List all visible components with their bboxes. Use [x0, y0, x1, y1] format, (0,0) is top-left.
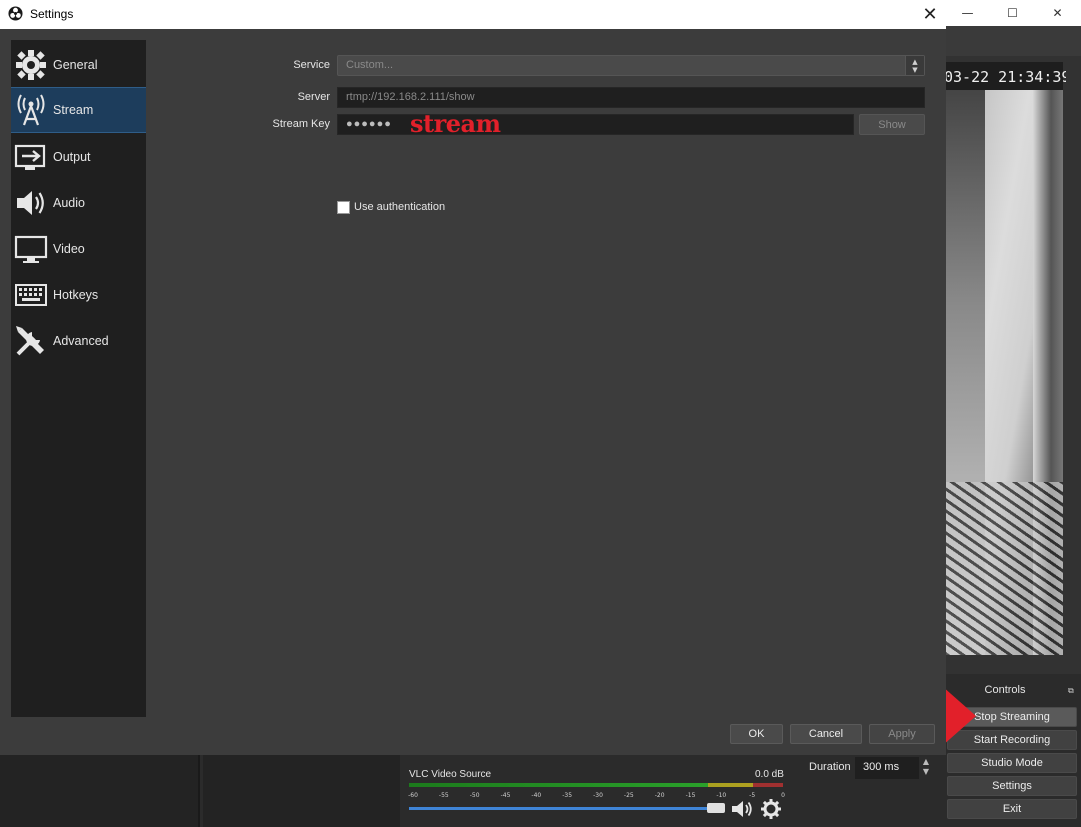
gear-icon: [13, 47, 49, 83]
mixer-tick-label: -35: [562, 792, 572, 799]
stream-key-annotation: stream: [410, 109, 501, 138]
obs-logo-icon: [8, 6, 23, 21]
apply-button[interactable]: Apply: [869, 724, 935, 744]
gear-icon[interactable]: [760, 798, 782, 820]
preview-header: [945, 26, 1081, 56]
ok-button[interactable]: OK: [730, 724, 783, 744]
mixer-tick-labels: -60 -55 -50 -45 -40 -35 -30 -25 -20 -15 -10 -5 0: [408, 792, 785, 799]
exit-button[interactable]: Exit: [947, 799, 1077, 819]
float-dock-icon[interactable]: ⧉: [1068, 686, 1074, 696]
settings-button[interactable]: Settings: [947, 776, 1077, 796]
settings-sidebar: General Stream Output Audio Video Hotkey…: [11, 40, 146, 717]
sidebar-item-stream[interactable]: Stream: [11, 87, 146, 133]
mixer-tick-label: -40: [531, 792, 541, 799]
sidebar-item-label: Hotkeys: [53, 288, 99, 302]
mixer-tick-label: -60: [408, 792, 418, 799]
maximize-button[interactable]: ☐: [990, 0, 1035, 26]
settings-close-button[interactable]: ✕: [918, 3, 942, 25]
preview-timestamp: 03-22 21:34:39: [944, 68, 1066, 86]
settings-window-title: Settings: [30, 7, 74, 21]
sidebar-item-label: Video: [53, 242, 85, 256]
show-stream-key-button[interactable]: Show: [859, 114, 925, 135]
settings-dialog: Settings ✕ General Stream Output Audio V…: [0, 0, 946, 755]
use-authentication-checkbox[interactable]: [337, 201, 350, 214]
keyboard-icon: [13, 277, 49, 313]
speaker-icon[interactable]: [730, 798, 754, 820]
server-input[interactable]: rtmp://192.168.2.111/show: [337, 87, 925, 108]
minimize-button[interactable]: —: [945, 0, 990, 26]
duration-input[interactable]: 300 ms: [855, 757, 919, 779]
mixer-source-name: VLC Video Source: [409, 769, 492, 780]
speaker-icon: [13, 185, 49, 221]
sidebar-item-label: Advanced: [53, 334, 109, 348]
server-label: Server: [297, 91, 330, 103]
sidebar-item-general[interactable]: General: [11, 42, 146, 88]
monitor-icon: [13, 231, 49, 267]
preview-cables: [945, 482, 1063, 655]
sidebar-item-video[interactable]: Video: [11, 226, 146, 272]
stream-key-label: Stream Key: [272, 118, 330, 130]
preview-video[interactable]: [945, 62, 1063, 655]
service-select[interactable]: Custom...: [337, 55, 925, 76]
sidebar-item-label: Output: [53, 150, 91, 164]
scenes-dock: [0, 755, 200, 827]
broadcast-antenna-icon: [13, 92, 49, 128]
use-authentication-label[interactable]: Use authentication: [354, 201, 445, 213]
sidebar-item-audio[interactable]: Audio: [11, 180, 146, 226]
sidebar-item-label: Stream: [53, 103, 94, 117]
tools-icon: [13, 323, 49, 359]
mixer-level-meter: [409, 783, 783, 787]
mixer-volume-slider[interactable]: [409, 807, 717, 810]
service-select-arrows-icon[interactable]: ▲ ▼: [905, 56, 924, 75]
mixer-tick-label: -15: [686, 792, 696, 799]
sidebar-item-advanced[interactable]: Advanced: [11, 318, 146, 364]
settings-titlebar[interactable]: Settings ✕: [0, 0, 946, 29]
obs-titlebar: — ☐ ✕: [945, 0, 1081, 26]
mixer-tick-label: -30: [593, 792, 603, 799]
sidebar-item-output[interactable]: Output: [11, 134, 146, 180]
sidebar-item-label: General: [53, 58, 98, 72]
mixer-volume-thumb[interactable]: [707, 803, 725, 813]
mixer-db-readout: 0.0 dB: [755, 769, 784, 780]
studio-mode-button[interactable]: Studio Mode: [947, 753, 1077, 773]
mixer-tick-label: -55: [439, 792, 449, 799]
duration-stepper[interactable]: ▲ ▼: [919, 757, 933, 779]
service-label: Service: [293, 59, 330, 71]
mixer-tick-label: -25: [624, 792, 634, 799]
mixer-tick-label: -10: [716, 792, 726, 799]
close-window-button[interactable]: ✕: [1035, 0, 1080, 26]
sources-dock: [203, 755, 400, 827]
duration-label: Duration: [809, 761, 851, 773]
cancel-button[interactable]: Cancel: [790, 724, 862, 744]
mixer-tick-label: -20: [655, 792, 665, 799]
sidebar-item-label: Audio: [53, 196, 85, 210]
output-icon: [13, 139, 49, 175]
mixer-tick-label: -50: [470, 792, 480, 799]
sidebar-item-hotkeys[interactable]: Hotkeys: [11, 272, 146, 318]
mixer-tick-label: -45: [501, 792, 511, 799]
